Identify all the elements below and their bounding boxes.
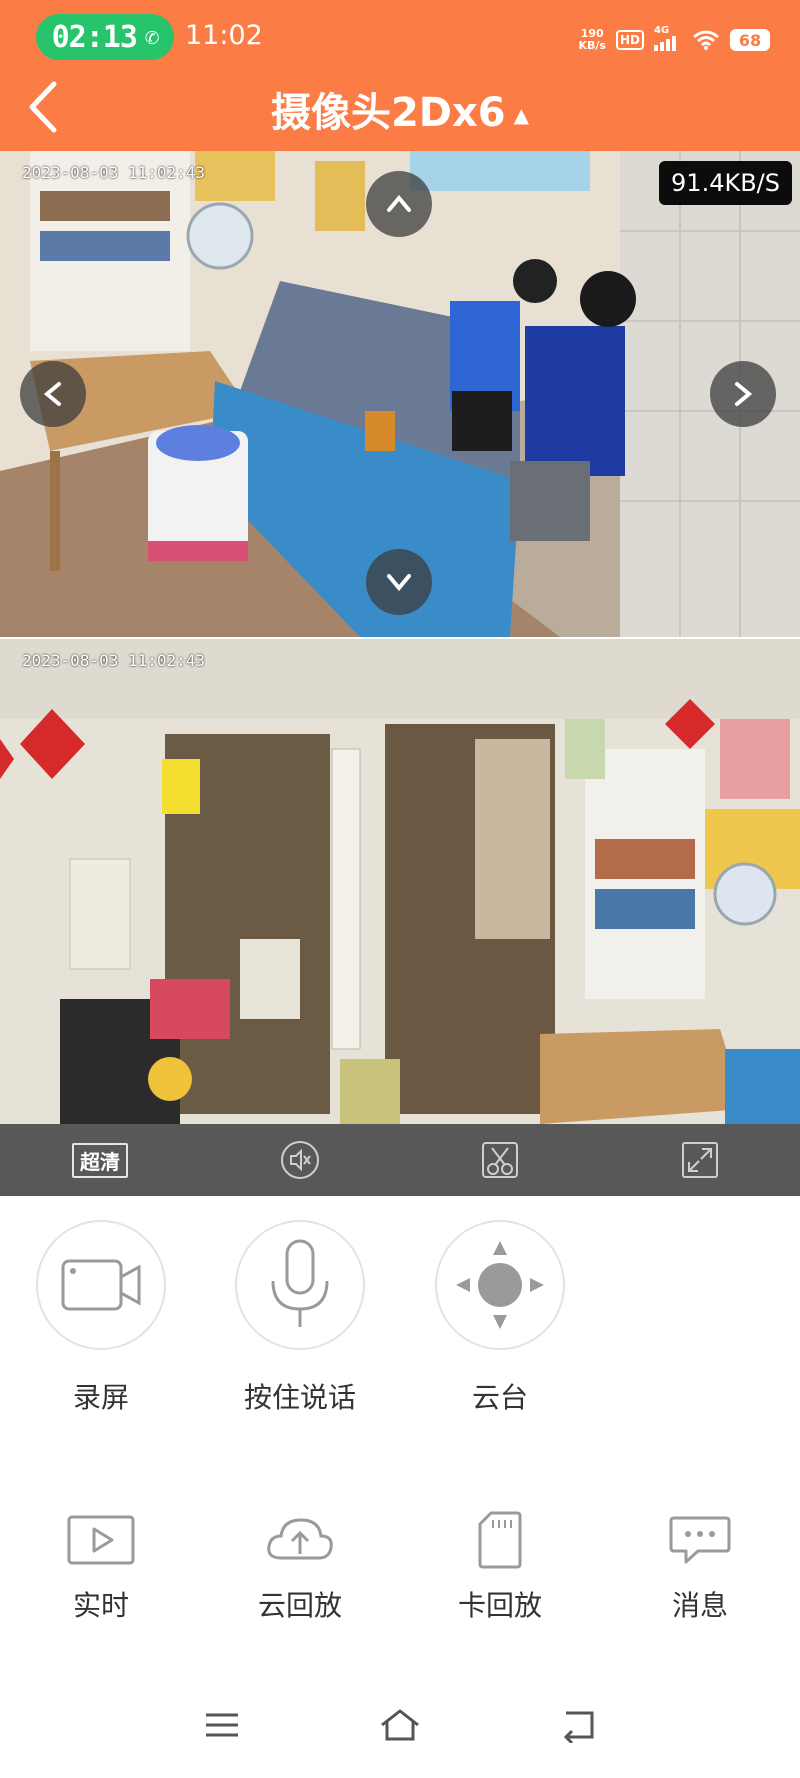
camera-feed-2[interactable]: 2023-08-03 11:02:43 bbox=[0, 639, 800, 1124]
nav-messages[interactable]: 消息 bbox=[635, 1510, 765, 1624]
menu-icon bbox=[206, 1713, 238, 1737]
quality-toggle-button[interactable]: 超清 bbox=[72, 1142, 128, 1178]
message-icon bbox=[669, 1516, 731, 1564]
feed-timestamp: 2023-08-03 11:02:43 bbox=[22, 163, 206, 182]
page-title: 摄像头2Dx6 bbox=[270, 90, 506, 136]
nav-label: 消息 bbox=[671, 1589, 728, 1622]
action-label: 按住说话 bbox=[243, 1381, 356, 1414]
call-timer-pill[interactable]: 02:13 ✆ bbox=[36, 14, 174, 60]
system-home-button[interactable] bbox=[370, 1700, 430, 1750]
nav-cloud-playback[interactable]: 云回放 bbox=[235, 1510, 365, 1624]
screenshot-icon bbox=[482, 1142, 518, 1178]
cell-signal-icon: 4G bbox=[654, 25, 682, 51]
chevron-down-icon bbox=[387, 574, 411, 592]
caret-up-icon: ▲ bbox=[513, 103, 530, 127]
screenshot-button[interactable] bbox=[400, 1140, 600, 1180]
ptz-control-button[interactable] bbox=[435, 1220, 565, 1350]
net-speed-unit: KB/s bbox=[578, 39, 606, 52]
quality-control: 超清 bbox=[0, 1142, 200, 1178]
stream-speed-badge: 91.4KB/S bbox=[659, 161, 792, 205]
wifi-icon bbox=[693, 30, 719, 50]
action-label: 录屏 bbox=[72, 1381, 129, 1414]
action-label: 云台 bbox=[471, 1381, 528, 1414]
camera-image-2 bbox=[0, 639, 800, 1124]
net-speed-indicator: 190 KB/s bbox=[579, 28, 606, 52]
camera-title-selector[interactable]: 摄像头2Dx6 ▲ bbox=[0, 80, 800, 138]
home-icon bbox=[381, 1709, 419, 1741]
nav-label: 卡回放 bbox=[457, 1589, 542, 1622]
mute-button[interactable] bbox=[200, 1140, 400, 1180]
hd-badge: HD bbox=[615, 30, 644, 50]
fullscreen-button[interactable] bbox=[600, 1140, 800, 1180]
nav-card-playback[interactable]: 卡回放 bbox=[435, 1510, 565, 1624]
phone-icon: ✆ bbox=[144, 23, 159, 51]
system-menu-button[interactable] bbox=[192, 1700, 252, 1750]
playback-control-bar: 超清 bbox=[0, 1124, 800, 1196]
network-type: 4G bbox=[654, 25, 670, 36]
chevron-left-icon bbox=[43, 382, 61, 406]
ptz-down-button[interactable] bbox=[366, 549, 432, 615]
ptz-up-button[interactable] bbox=[366, 171, 432, 237]
feed-timestamp: 2023-08-03 11:02:43 bbox=[22, 651, 206, 670]
status-icons: 190 KB/s HD 4G 68 bbox=[579, 20, 770, 60]
nav-live[interactable]: 实时 bbox=[36, 1510, 166, 1624]
nav-label: 实时 bbox=[72, 1589, 129, 1622]
chevron-right-icon bbox=[735, 382, 753, 406]
sd-card-icon bbox=[478, 1511, 522, 1569]
system-back-button[interactable] bbox=[548, 1700, 608, 1750]
fullscreen-icon bbox=[682, 1142, 718, 1178]
push-to-talk-button[interactable] bbox=[235, 1220, 365, 1350]
battery-indicator: 68 bbox=[730, 29, 770, 51]
push-to-talk-action[interactable]: 按住说话 bbox=[235, 1220, 365, 1416]
status-time: 11:02 bbox=[185, 20, 263, 51]
microphone-icon bbox=[271, 1239, 329, 1327]
ptz-joystick-icon bbox=[456, 1241, 544, 1329]
record-screen-action[interactable]: 录屏 bbox=[36, 1220, 166, 1416]
camera-feed-1[interactable]: 2023-08-03 11:02:43 91.4KB/S bbox=[0, 151, 800, 637]
video-camera-icon bbox=[61, 1259, 141, 1311]
ptz-action[interactable]: 云台 bbox=[435, 1220, 565, 1416]
nav-label: 云回放 bbox=[257, 1589, 342, 1622]
back-arrow-icon bbox=[563, 1711, 594, 1743]
call-timer: 02:13 bbox=[51, 19, 138, 55]
play-icon bbox=[67, 1515, 135, 1565]
ptz-right-button[interactable] bbox=[710, 361, 776, 427]
chevron-up-icon bbox=[387, 194, 411, 212]
cloud-upload-icon bbox=[267, 1518, 333, 1560]
top-bar: 02:13 ✆ 11:02 190 KB/s HD 4G 68 摄像头2Dx6 ▲ bbox=[0, 0, 800, 151]
ptz-left-button[interactable] bbox=[20, 361, 86, 427]
record-screen-button[interactable] bbox=[36, 1220, 166, 1350]
mute-icon bbox=[281, 1141, 319, 1179]
